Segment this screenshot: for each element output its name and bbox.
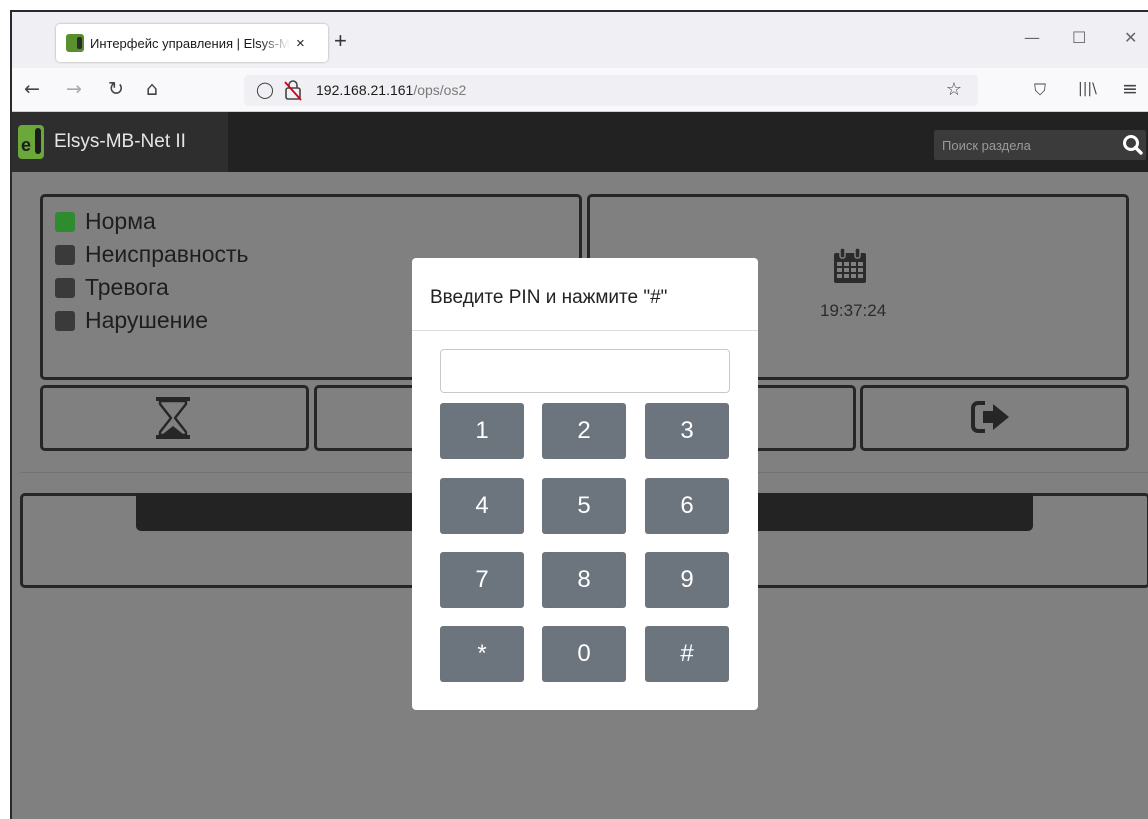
keypad-key-8[interactable]: 8 [542, 552, 626, 608]
status-list: Норма Неисправность Тревога Нарушение [55, 205, 249, 337]
keypad-key-5[interactable]: 5 [542, 478, 626, 534]
status-item-fault: Неисправность [55, 238, 249, 271]
home-button[interactable]: ⌂ [146, 78, 158, 100]
library-icon[interactable]: |||\ [1078, 81, 1097, 97]
history-button[interactable] [40, 385, 309, 451]
url-path: /ops/os2 [413, 82, 467, 98]
clock-time: 19:37:24 [820, 301, 887, 320]
brand-name: Elsys-MB-Net II [54, 131, 186, 152]
url-host: 192.168.21.161 [316, 82, 414, 98]
search-icon[interactable] [1118, 132, 1146, 158]
keypad-key-7[interactable]: 7 [440, 552, 524, 608]
keypad-key-6[interactable]: 6 [645, 478, 729, 534]
pin-dialog-header: Введите PIN и нажмите "#" [412, 258, 758, 331]
address-bar[interactable]: ◯ 192.168.21.161/ops/os2 ☆ [244, 75, 978, 106]
app-menu-icon[interactable]: ≡ [1122, 78, 1138, 100]
keypad-key-9[interactable]: 9 [645, 552, 729, 608]
bookmark-star-icon[interactable]: ☆ [946, 79, 962, 100]
keypad-key-2[interactable]: 2 [542, 403, 626, 459]
status-indicator [55, 244, 75, 265]
new-tab-button[interactable]: + [334, 28, 347, 54]
elsys-logo-icon [18, 125, 44, 159]
keypad-key-1[interactable]: 1 [440, 403, 524, 459]
keypad-key-0[interactable]: 0 [542, 626, 626, 682]
keypad-key-star[interactable]: * [440, 626, 524, 682]
tab-close-icon[interactable]: × [296, 35, 305, 52]
pin-input[interactable] [440, 349, 730, 393]
elsys-favicon-icon [66, 34, 84, 52]
tab-strip: Интерфейс управления | Elsys-MB-Net II ×… [12, 12, 1148, 68]
hourglass-icon [156, 397, 190, 439]
pocket-icon[interactable]: ⛉ [1034, 80, 1046, 100]
keypad-key-4[interactable]: 4 [440, 478, 524, 534]
pin-dialog: Введите PIN и нажмите "#" 1 2 3 4 5 6 7 … [412, 258, 758, 710]
close-window-button[interactable]: ✕ [1124, 28, 1137, 47]
status-item-violation: Нарушение [55, 304, 249, 337]
forward-button[interactable]: → [66, 78, 82, 100]
logout-button[interactable] [860, 385, 1129, 451]
status-item-alarm: Тревога [55, 271, 249, 304]
status-indicator [55, 310, 75, 331]
navigation-bar: ← → ↻ ⌂ ◯ 192.168.21.161/ops/os2 ☆ ⛉ |||… [12, 68, 1148, 112]
maximize-button[interactable]: ☐ [1072, 28, 1086, 47]
brand-link[interactable]: Elsys-MB-Net II [12, 112, 228, 172]
pin-dialog-title: Введите PIN и нажмите "#" [430, 287, 668, 308]
calendar-icon [834, 247, 866, 283]
keypad-key-hash[interactable]: # [645, 626, 729, 682]
insecure-lock-icon[interactable] [284, 79, 302, 101]
status-label: Нарушение [85, 307, 209, 333]
section-search [934, 130, 1146, 160]
status-item-normal: Норма [55, 205, 249, 238]
status-indicator [55, 277, 75, 298]
keypad-key-3[interactable]: 3 [645, 403, 729, 459]
minimize-button[interactable]: — [1024, 28, 1040, 47]
status-label: Норма [85, 208, 156, 234]
back-button[interactable]: ← [24, 78, 40, 100]
reload-button[interactable]: ↻ [108, 78, 124, 100]
app-header: Elsys-MB-Net II [12, 112, 1148, 172]
tracking-shield-icon[interactable]: ◯ [256, 80, 274, 99]
status-label: Тревога [85, 274, 169, 300]
status-label: Неисправность [85, 241, 249, 267]
tab-title: Интерфейс управления | Elsys-MB-Net II [90, 35, 290, 51]
logout-icon [971, 401, 1009, 433]
status-indicator [55, 211, 75, 232]
url-text[interactable]: 192.168.21.161/ops/os2 [316, 82, 466, 98]
browser-tab[interactable]: Интерфейс управления | Elsys-MB-Net II × [56, 24, 328, 62]
browser-window: Интерфейс управления | Elsys-MB-Net II ×… [10, 10, 1148, 819]
section-search-input[interactable] [934, 130, 1114, 160]
